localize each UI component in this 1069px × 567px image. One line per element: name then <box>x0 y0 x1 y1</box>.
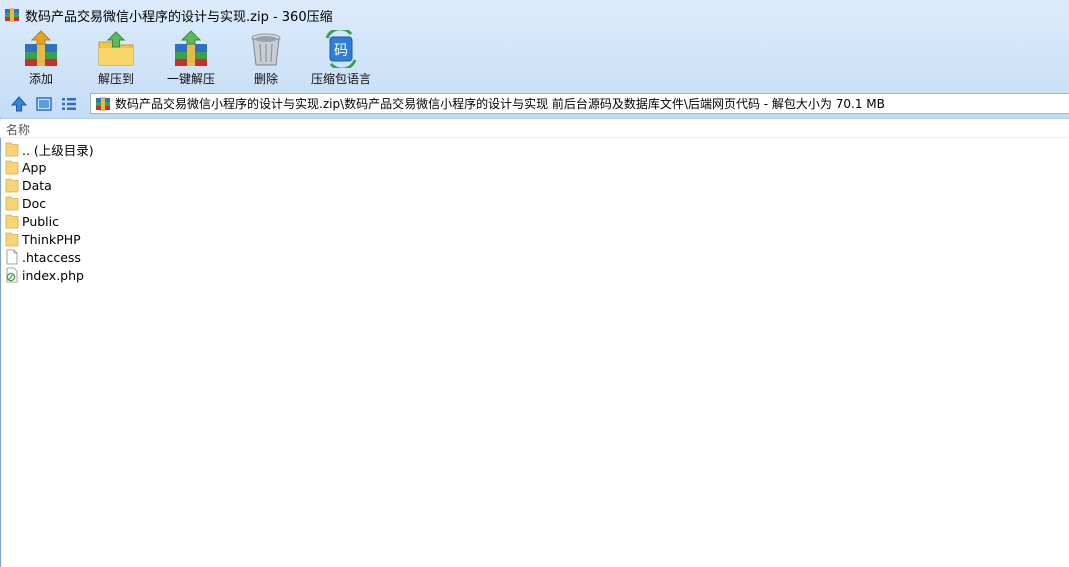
one-click-extract-button[interactable]: 一键解压 <box>165 30 217 88</box>
folder-icon <box>5 214 19 229</box>
one-click-extract-icon <box>175 30 207 66</box>
list-view-icon[interactable] <box>60 95 78 113</box>
archive-icon <box>5 8 19 22</box>
list-item-public[interactable]: Public <box>0 212 400 230</box>
file-name: index.php <box>22 267 84 283</box>
list-item-parent-dir[interactable]: .. (上级目录) <box>0 140 400 158</box>
archive-language-button[interactable]: 码 压缩包语言 <box>308 30 374 88</box>
file-name: .htaccess <box>22 249 81 265</box>
archive-icon <box>96 96 110 111</box>
delete-button[interactable]: 删除 <box>246 30 286 88</box>
folder-icon <box>5 178 19 193</box>
title-bar: 数码产品交易微信小程序的设计与实现.zip - 360压缩 <box>0 0 1069 30</box>
list-item-index-php[interactable]: index.php <box>0 266 400 284</box>
extract-to-label: 解压到 <box>97 72 134 86</box>
file-name: App <box>22 159 47 175</box>
file-name: Public <box>22 213 59 229</box>
folder-icon <box>5 196 19 211</box>
extract-folder-icon <box>98 31 134 66</box>
address-bar[interactable]: 数码产品交易微信小程序的设计与实现.zip\数码产品交易微信小程序的设计与实现 … <box>90 93 1069 114</box>
file-name: .. (上级目录) <box>22 142 94 158</box>
file-name: ThinkPHP <box>22 231 81 247</box>
thumbnail-view-icon[interactable] <box>35 95 53 113</box>
navigation-bar: 数码产品交易微信小程序的设计与实现.zip\数码产品交易微信小程序的设计与实现 … <box>0 92 1069 116</box>
column-name-header[interactable]: 名称 <box>6 121 30 138</box>
window-title: 数码产品交易微信小程序的设计与实现.zip - 360压缩 <box>25 9 333 25</box>
extract-to-button[interactable]: 解压到 <box>96 30 136 88</box>
file-name: Data <box>22 177 52 193</box>
delete-label: 删除 <box>253 72 278 86</box>
add-archive-icon <box>25 30 57 66</box>
folder-icon <box>5 232 19 247</box>
trash-icon <box>251 33 281 66</box>
list-item-doc[interactable]: Doc <box>0 194 400 212</box>
one-click-extract-label: 一键解压 <box>166 72 215 86</box>
folder-icon <box>5 160 19 175</box>
column-header[interactable]: 名称 <box>0 119 1069 138</box>
file-icon <box>6 249 18 265</box>
list-item-thinkphp[interactable]: ThinkPHP <box>0 230 400 248</box>
list-item-data[interactable]: Data <box>0 176 400 194</box>
top-panel: 数码产品交易微信小程序的设计与实现.zip - 360压缩 添加 解压到 一键解… <box>0 0 1069 119</box>
language-icon-glyph: 码 <box>334 43 348 59</box>
list-item-htaccess[interactable]: .htaccess <box>0 248 400 266</box>
list-item-app[interactable]: App <box>0 158 400 176</box>
address-path: 数码产品交易微信小程序的设计与实现.zip\数码产品交易微信小程序的设计与实现 … <box>115 97 885 111</box>
folder-icon <box>5 142 19 157</box>
archive-language-label: 压缩包语言 <box>310 72 371 86</box>
add-label: 添加 <box>28 72 53 86</box>
up-arrow-icon[interactable] <box>10 95 28 113</box>
add-button[interactable]: 添加 <box>21 30 61 88</box>
toolbar: 添加 解压到 一键解压 删除 码 压缩包语言 <box>0 30 1069 88</box>
language-icon: 码 <box>325 30 357 68</box>
php-file-icon <box>6 267 18 283</box>
file-name: Doc <box>22 195 47 211</box>
